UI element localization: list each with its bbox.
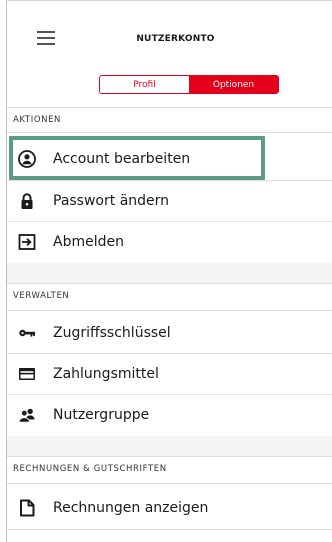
divider [7,483,332,484]
user-group-icon [18,406,36,424]
divider [7,529,332,530]
section-label-aktionen: AKTIONEN [13,115,62,125]
lock-icon [18,192,36,210]
menu-item-zugriffsschluessel[interactable]: Zugriffsschlüssel [7,313,332,353]
account-panel: NUTZERKONTO Profil Optionen AKTIONEN Acc… [6,0,332,542]
divider [7,310,332,311]
key-icon [18,324,36,342]
section-spacer [7,436,332,456]
menu-item-label: Abmelden [53,234,124,250]
section-label-verwalten: VERWALTEN [13,291,70,301]
menu-item-label: Zugriffsschlüssel [53,325,171,341]
menu-item-label: Passwort ändern [53,193,170,209]
menu-item-abmelden[interactable]: Abmelden [7,222,332,262]
focus-highlight [9,136,265,180]
divider [7,456,332,457]
menu-item-label: Nutzergruppe [53,407,150,423]
credit-card-icon [18,365,36,383]
divider [7,283,332,284]
menu-item-rechnungen-anzeigen[interactable]: Rechnungen anzeigen [7,488,332,528]
document-icon [18,499,36,517]
section-spacer [7,263,332,283]
section-label-rechnungen: RECHNUNGEN & GUTSCHRIFTEN [13,464,167,474]
menu-item-passwort-aendern[interactable]: Passwort ändern [7,181,332,221]
menu-item-zahlungsmittel[interactable]: Zahlungsmittel [7,354,332,394]
menu-item-nutzergruppe[interactable]: Nutzergruppe [7,395,332,435]
divider [7,132,332,133]
header: NUTZERKONTO [7,1,332,69]
divider [7,107,332,108]
menu-item-label: Rechnungen anzeigen [53,500,209,516]
tab-optionen[interactable]: Optionen [189,76,278,93]
menu-item-label: Zahlungsmittel [53,366,159,382]
page-title: NUTZERKONTO [136,34,215,44]
tab-profil[interactable]: Profil [100,76,189,93]
profile-options-toggle: Profil Optionen [99,75,279,94]
logout-icon [18,233,36,251]
